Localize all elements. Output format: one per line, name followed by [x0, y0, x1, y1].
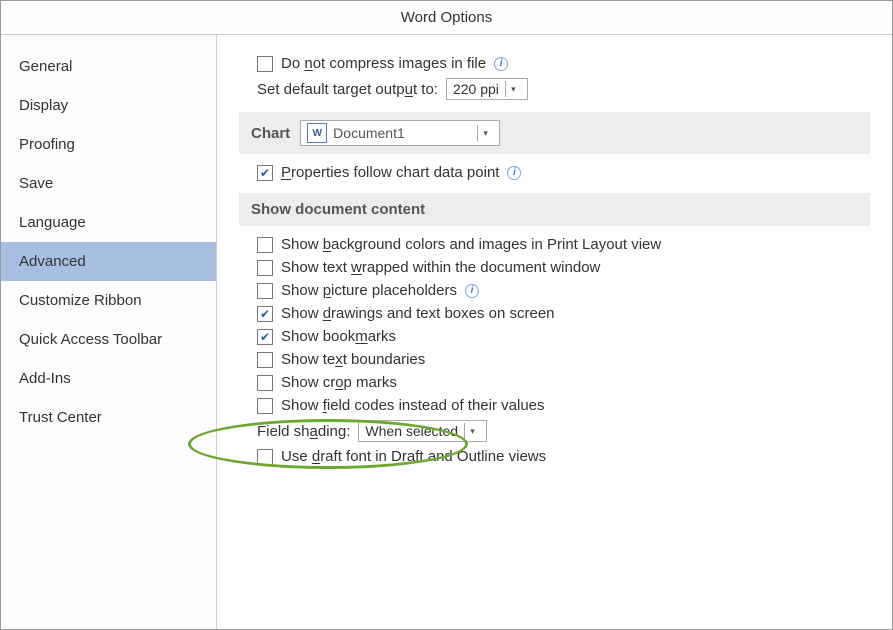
sidebar-item-trust-center[interactable]: Trust Center	[1, 398, 216, 437]
compress-images-checkbox[interactable]	[257, 56, 273, 72]
show-background-checkbox[interactable]	[257, 237, 273, 253]
chevron-down-icon: ▾	[505, 81, 521, 97]
sidebar-item-language[interactable]: Language	[1, 203, 216, 242]
use-draft-font-checkbox[interactable]	[257, 449, 273, 465]
sidebar-item-quick-access-toolbar[interactable]: Quick Access Toolbar	[1, 320, 216, 359]
title-bar: Word Options	[1, 1, 892, 35]
sidebar: GeneralDisplayProofingSaveLanguageAdvanc…	[1, 35, 217, 629]
sidebar-item-customize-ribbon[interactable]: Customize Ribbon	[1, 281, 216, 320]
info-icon[interactable]: i	[494, 57, 508, 71]
show-crop-marks-checkbox[interactable]	[257, 375, 273, 391]
sidebar-item-general[interactable]: General	[1, 47, 216, 86]
info-icon[interactable]: i	[465, 284, 479, 298]
sidebar-item-display[interactable]: Display	[1, 86, 216, 125]
sidebar-item-save[interactable]: Save	[1, 164, 216, 203]
sidebar-item-advanced[interactable]: Advanced	[1, 242, 216, 281]
compress-images-label: Do not compress images in file	[281, 55, 486, 72]
chevron-down-icon: ▾	[477, 125, 493, 141]
show-bookmarks-label: Show bookmarks	[281, 328, 396, 345]
target-output-label: Set default target output to:	[257, 81, 438, 98]
chart-document-dropdown[interactable]: Document1 ▾	[300, 120, 500, 146]
properties-follow-label: Properties follow chart data point	[281, 164, 499, 181]
show-field-codes-checkbox[interactable]	[257, 398, 273, 414]
properties-follow-checkbox[interactable]	[257, 165, 273, 181]
sidebar-item-proofing[interactable]: Proofing	[1, 125, 216, 164]
show-wrapped-label: Show text wrapped within the document wi…	[281, 259, 600, 276]
show-background-label: Show background colors and images in Pri…	[281, 236, 661, 253]
show-text-boundaries-label: Show text boundaries	[281, 351, 425, 368]
show-bookmarks-checkbox[interactable]	[257, 329, 273, 345]
sidebar-item-add-ins[interactable]: Add-Ins	[1, 359, 216, 398]
info-icon[interactable]: i	[507, 166, 521, 180]
show-content-section-header: Show document content	[239, 193, 870, 226]
chart-section-header: Chart Document1 ▾	[239, 112, 870, 154]
chevron-down-icon: ▾	[464, 423, 480, 439]
show-text-boundaries-checkbox[interactable]	[257, 352, 273, 368]
show-drawings-label: Show drawings and text boxes on screen	[281, 305, 555, 322]
target-output-dropdown[interactable]: 220 ppi▾	[446, 78, 528, 100]
show-drawings-checkbox[interactable]	[257, 306, 273, 322]
content-pane: Do not compress images in file i Set def…	[217, 35, 892, 629]
show-crop-marks-label: Show crop marks	[281, 374, 397, 391]
show-wrapped-checkbox[interactable]	[257, 260, 273, 276]
show-placeholders-checkbox[interactable]	[257, 283, 273, 299]
use-draft-font-label: Use draft font in Draft and Outline view…	[281, 448, 546, 465]
window-title: Word Options	[401, 9, 492, 26]
show-field-codes-label: Show field codes instead of their values	[281, 397, 545, 414]
field-shading-label: Field shading:	[257, 423, 350, 440]
word-doc-icon	[307, 123, 327, 143]
field-shading-dropdown[interactable]: When selected▾	[358, 420, 487, 442]
show-placeholders-label: Show picture placeholders	[281, 282, 457, 299]
